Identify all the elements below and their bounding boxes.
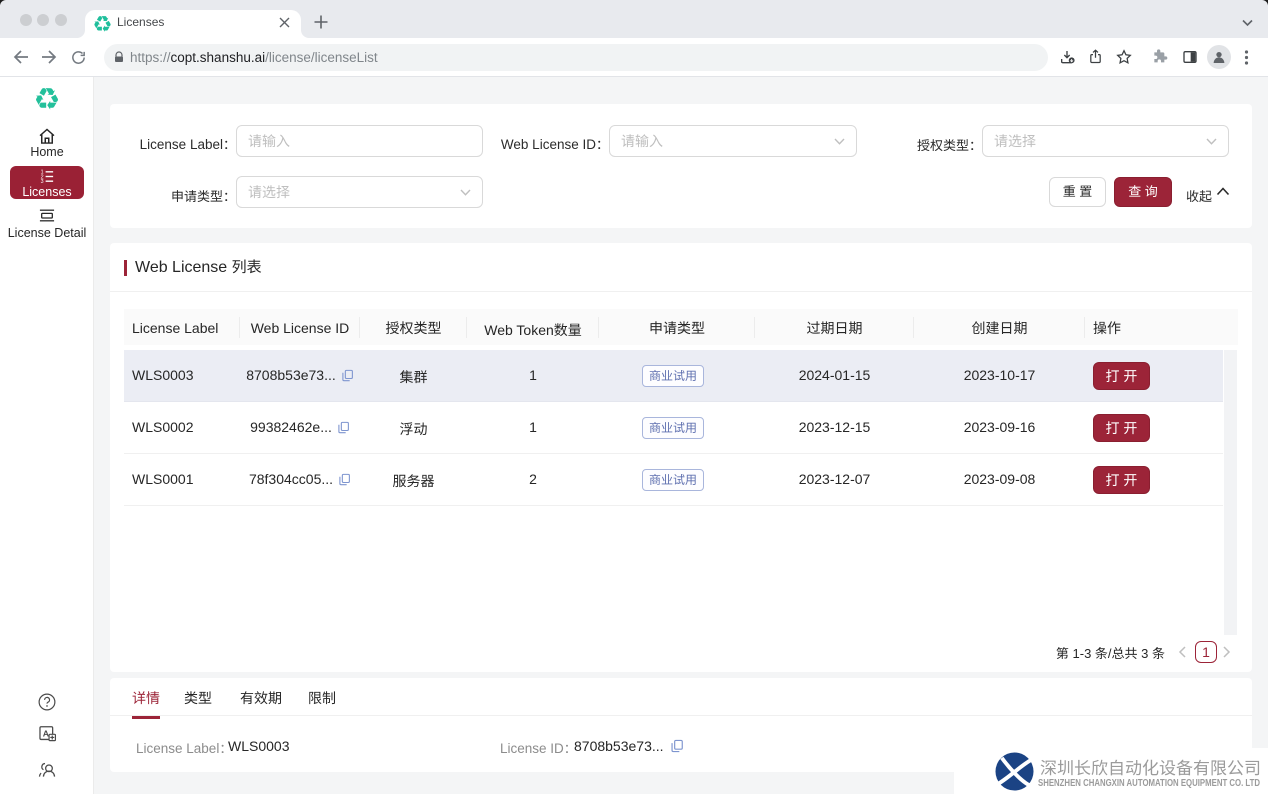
svg-text:3: 3 [41,179,44,184]
